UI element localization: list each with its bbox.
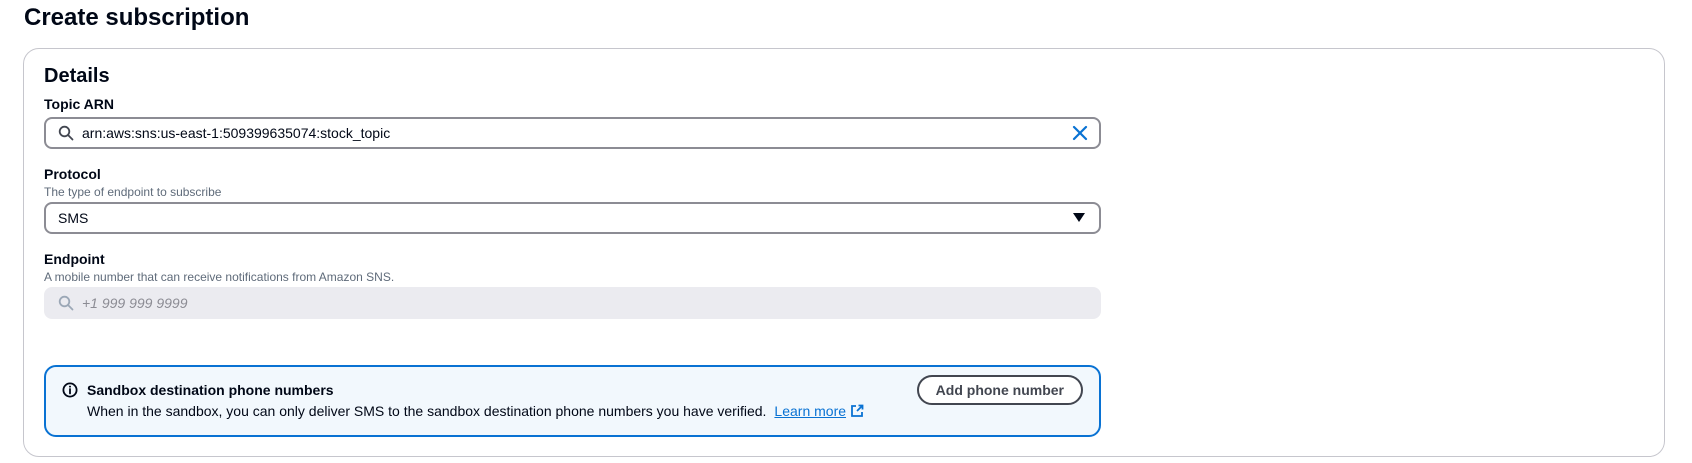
caret-down-icon [1073,213,1085,222]
page-title: Create subscription [24,4,250,31]
learn-more-label: Learn more [774,403,847,419]
search-icon [58,295,74,311]
endpoint-label: Endpoint [44,251,105,267]
external-link-icon [851,404,864,417]
sandbox-info-alert: Sandbox destination phone numbers When i… [44,365,1101,437]
protocol-label: Protocol [44,166,101,182]
alert-title: Sandbox destination phone numbers [87,382,334,398]
alert-body: When in the sandbox, you can only delive… [87,401,864,421]
protocol-selected-value: SMS [58,210,89,226]
protocol-select[interactable]: SMS [44,202,1101,234]
endpoint-description: A mobile number that can receive notific… [44,270,395,284]
topic-arn-value: arn:aws:sns:us-east-1:509399635074:stock… [82,125,391,141]
endpoint-input[interactable]: +1 999 999 9999 [44,287,1101,319]
endpoint-placeholder: +1 999 999 9999 [82,295,188,311]
details-container: Details Topic ARN arn:aws:sns:us-east-1:… [23,48,1665,457]
close-icon[interactable] [1071,124,1089,142]
alert-message: When in the sandbox, you can only delive… [87,403,767,419]
search-icon [58,125,74,141]
info-icon [62,382,78,398]
learn-more-link[interactable]: Learn more [774,401,864,421]
add-phone-number-button[interactable]: Add phone number [916,375,1083,405]
topic-arn-input[interactable]: arn:aws:sns:us-east-1:509399635074:stock… [44,117,1101,149]
protocol-description: The type of endpoint to subscribe [44,185,222,199]
details-heading: Details [44,65,110,87]
topic-arn-label: Topic ARN [44,96,114,112]
